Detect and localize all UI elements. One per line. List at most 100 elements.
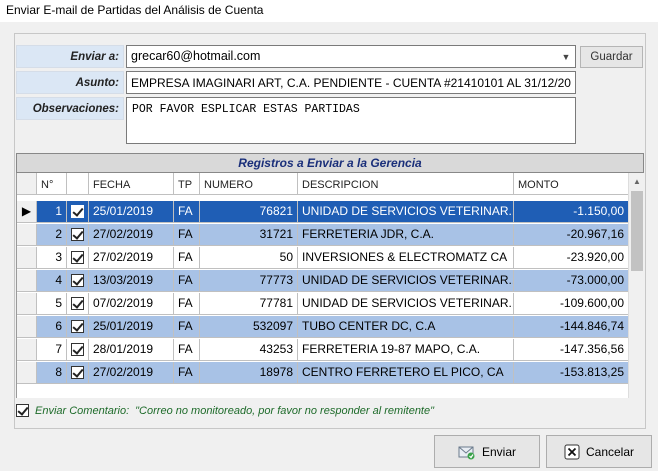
recipient-combo[interactable]: grecar60@hotmail.com ▼ bbox=[126, 45, 576, 68]
column-header-tp[interactable]: TP bbox=[174, 173, 200, 195]
send-mail-icon bbox=[458, 446, 475, 459]
cancelar-button-label: Cancelar bbox=[585, 444, 635, 459]
comment-label: Enviar Comentario: bbox=[35, 404, 130, 417]
row-number: 2 bbox=[37, 224, 67, 246]
asunto-input[interactable]: EMPRESA IMAGINARI ART, C.A. PENDIENTE - … bbox=[126, 71, 576, 94]
row-monto: -73.000,00 bbox=[514, 270, 628, 292]
row-numero: 31721 bbox=[200, 224, 298, 246]
row-tp: FA bbox=[174, 316, 200, 338]
row-descripcion: CENTRO FERRETERO EL PICO, CA bbox=[298, 362, 514, 384]
row-monto: -144.846,74 bbox=[514, 316, 628, 338]
row-checkbox[interactable] bbox=[67, 362, 89, 384]
row-tp: FA bbox=[174, 224, 200, 246]
table-row[interactable]: 7 28/01/2019 FA 43253 FERRETERIA 19-87 M… bbox=[17, 339, 628, 361]
table-row[interactable]: ▶ 1 25/01/2019 FA 76821 UNIDAD DE SERVIC… bbox=[17, 201, 628, 223]
row-checkbox[interactable] bbox=[67, 316, 89, 338]
row-number: 4 bbox=[37, 270, 67, 292]
row-tp: FA bbox=[174, 247, 200, 269]
checkmark-icon[interactable] bbox=[71, 251, 84, 264]
row-fecha: 27/02/2019 bbox=[89, 362, 174, 384]
checkmark-icon[interactable] bbox=[71, 297, 84, 310]
row-number: 6 bbox=[37, 316, 67, 338]
row-tp: FA bbox=[174, 339, 200, 361]
cancelar-button[interactable]: Cancelar bbox=[546, 435, 652, 468]
comment-text: "Correo no monitoreado, por favor no res… bbox=[135, 404, 435, 417]
vertical-scrollbar[interactable]: ▲ bbox=[628, 173, 644, 398]
row-monto: -147.356,56 bbox=[514, 339, 628, 361]
column-header-check[interactable] bbox=[67, 173, 89, 195]
row-selector-arrow-icon: ▶ bbox=[17, 201, 37, 223]
row-checkbox[interactable] bbox=[67, 224, 89, 246]
row-numero: 43253 bbox=[200, 339, 298, 361]
observaciones-textarea[interactable]: POR FAVOR ESPLICAR ESTAS PARTIDAS bbox=[126, 97, 576, 144]
checkmark-icon[interactable] bbox=[71, 320, 84, 333]
checkmark-icon[interactable] bbox=[16, 404, 29, 417]
enviar-button[interactable]: Enviar bbox=[434, 435, 540, 468]
row-numero: 532097 bbox=[200, 316, 298, 338]
enviar-comentario-checkbox[interactable]: Enviar Comentario: "Correo no monitoread… bbox=[16, 404, 434, 417]
checkmark-icon[interactable] bbox=[71, 228, 84, 241]
row-checkbox[interactable] bbox=[67, 293, 89, 315]
row-descripcion: FERRETERIA 19-87 MAPO, C.A. bbox=[298, 339, 514, 361]
row-monto: -23.920,00 bbox=[514, 247, 628, 269]
row-numero: 18978 bbox=[200, 362, 298, 384]
row-descripcion: UNIDAD DE SERVICIOS VETERINAR... bbox=[298, 293, 514, 315]
guardar-button[interactable]: Guardar bbox=[580, 46, 643, 68]
enviar-button-label: Enviar bbox=[481, 444, 516, 459]
column-header-fecha[interactable]: FECHA bbox=[89, 173, 174, 195]
row-numero: 76821 bbox=[200, 201, 298, 223]
row-selector bbox=[17, 270, 37, 292]
table-row[interactable]: 3 27/02/2019 FA 50 INVERSIONES & ELECTRO… bbox=[17, 247, 628, 269]
checkmark-icon[interactable] bbox=[71, 205, 84, 218]
table-row[interactable]: 2 27/02/2019 FA 31721 FERRETERIA JDR, C.… bbox=[17, 224, 628, 246]
scroll-thumb[interactable] bbox=[631, 191, 643, 271]
enviar-label: Enviar a: bbox=[16, 45, 124, 68]
row-selector bbox=[17, 362, 37, 384]
column-header-numero[interactable]: NUMERO bbox=[200, 173, 298, 195]
table-row[interactable]: 5 07/02/2019 FA 77781 UNIDAD DE SERVICIO… bbox=[17, 293, 628, 315]
table-row[interactable]: 6 25/01/2019 FA 532097 TUBO CENTER DC, C… bbox=[17, 316, 628, 338]
column-header-n[interactable]: N° bbox=[37, 173, 67, 195]
chevron-down-icon[interactable]: ▼ bbox=[557, 46, 575, 67]
checkmark-icon[interactable] bbox=[71, 343, 84, 356]
observaciones-label: Observaciones: bbox=[16, 97, 124, 120]
column-header-descripcion[interactable]: DESCRIPCION bbox=[298, 173, 514, 195]
records-grid[interactable]: N° FECHA TP NUMERO DESCRIPCION MONTO ▶ 1… bbox=[16, 173, 628, 398]
row-fecha: 25/01/2019 bbox=[89, 201, 174, 223]
recipient-value: grecar60@hotmail.com bbox=[131, 49, 261, 63]
row-checkbox[interactable] bbox=[67, 339, 89, 361]
row-tp: FA bbox=[174, 293, 200, 315]
cancel-x-icon bbox=[564, 444, 580, 459]
row-selector bbox=[17, 339, 37, 361]
row-fecha: 27/02/2019 bbox=[89, 247, 174, 269]
column-header-monto[interactable]: MONTO bbox=[514, 173, 628, 195]
row-numero: 77773 bbox=[200, 270, 298, 292]
checkmark-icon[interactable] bbox=[71, 274, 84, 287]
row-fecha: 07/02/2019 bbox=[89, 293, 174, 315]
table-row[interactable]: 4 13/03/2019 FA 77773 UNIDAD DE SERVICIO… bbox=[17, 270, 628, 292]
row-monto: -1.150,00 bbox=[514, 201, 628, 223]
row-numero: 50 bbox=[200, 247, 298, 269]
row-monto: -20.967,16 bbox=[514, 224, 628, 246]
row-fecha: 13/03/2019 bbox=[89, 270, 174, 292]
row-monto: -109.600,00 bbox=[514, 293, 628, 315]
row-number: 3 bbox=[37, 247, 67, 269]
row-fecha: 28/01/2019 bbox=[89, 339, 174, 361]
row-selector bbox=[17, 293, 37, 315]
row-number: 1 bbox=[37, 201, 67, 223]
row-selector bbox=[17, 316, 37, 338]
row-checkbox[interactable] bbox=[67, 201, 89, 223]
table-row[interactable]: 8 27/02/2019 FA 18978 CENTRO FERRETERO E… bbox=[17, 362, 628, 384]
row-descripcion: UNIDAD DE SERVICIOS VETERINAR... bbox=[298, 201, 514, 223]
grid-header-row: N° FECHA TP NUMERO DESCRIPCION MONTO bbox=[17, 173, 628, 195]
row-number: 5 bbox=[37, 293, 67, 315]
row-checkbox[interactable] bbox=[67, 270, 89, 292]
window-title: Enviar E-mail de Partidas del Análisis d… bbox=[6, 3, 264, 17]
row-selector bbox=[17, 224, 37, 246]
scroll-up-arrow-icon[interactable]: ▲ bbox=[629, 173, 645, 189]
row-fecha: 25/01/2019 bbox=[89, 316, 174, 338]
checkmark-icon[interactable] bbox=[71, 366, 84, 379]
asunto-label: Asunto: bbox=[16, 71, 124, 94]
row-selector bbox=[17, 247, 37, 269]
row-checkbox[interactable] bbox=[67, 247, 89, 269]
